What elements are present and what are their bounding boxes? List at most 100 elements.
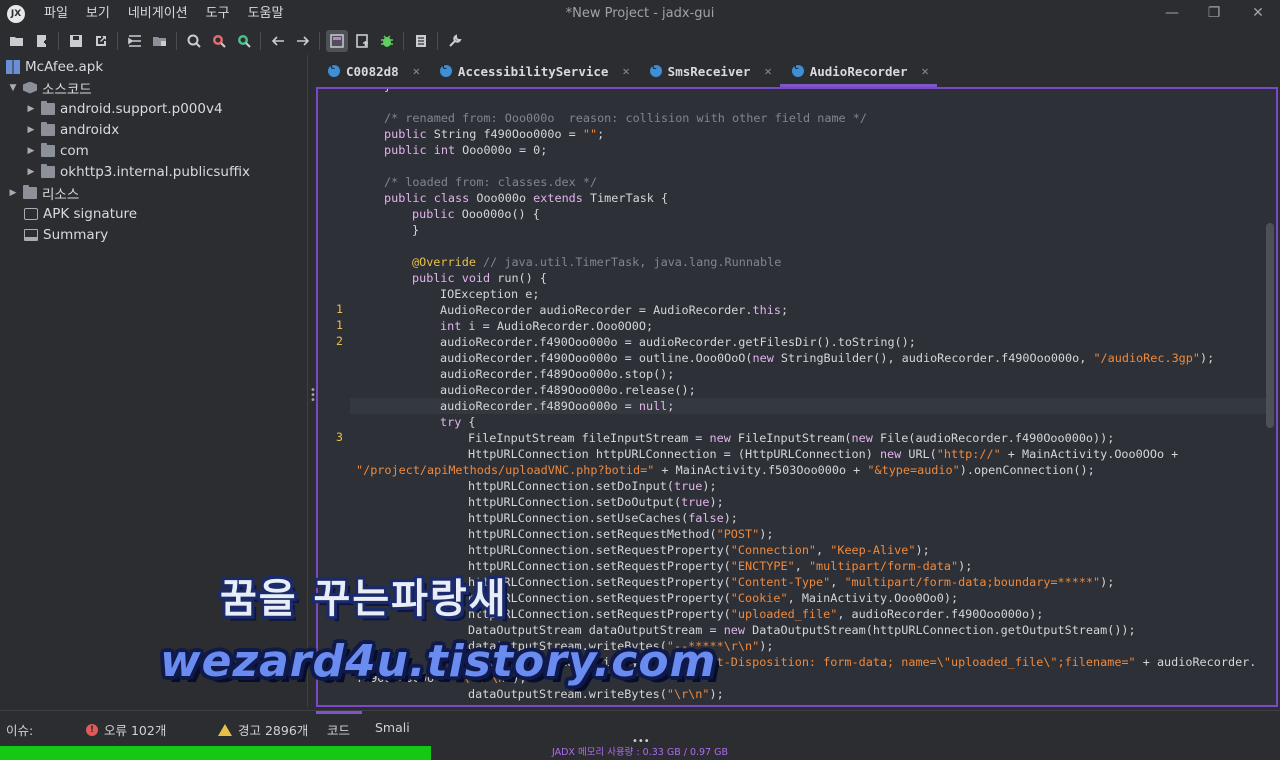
folder-icon [41, 100, 55, 115]
toolbar-separator [260, 32, 261, 50]
menu-file[interactable]: 파일 [35, 0, 77, 27]
code-line: "/project/apiMethods/uploadVNC.php?botid… [356, 463, 1095, 477]
tree-item-package[interactable]: ▶ com [24, 140, 89, 161]
find-class-icon[interactable] [208, 30, 230, 52]
code-line: httpURLConnection.setRequestProperty("Co… [468, 591, 959, 605]
toolbar-separator [58, 32, 59, 50]
tab-sms-receiver[interactable]: SmsReceiver ✕ [638, 55, 780, 87]
warning-icon [218, 723, 232, 736]
vertical-scrollbar[interactable] [1266, 223, 1274, 428]
add-files-icon[interactable] [31, 30, 53, 52]
code-line: httpURLConnection.setRequestProperty("EN… [468, 559, 973, 573]
code-line: httpURLConnection.setRequestProperty("Co… [468, 543, 930, 557]
memory-usage-bar: JADX 메모리 사용량 : 0.33 GB / 0.97 GB [0, 746, 1280, 760]
code-line: @Override // java.util.TimerTask, java.l… [412, 255, 782, 269]
collapse-icon[interactable] [149, 30, 171, 52]
deobfuscate-icon[interactable] [351, 30, 373, 52]
code-line: try { [440, 415, 476, 429]
sync-icon[interactable] [124, 30, 146, 52]
menu-view[interactable]: 보기 [77, 0, 119, 27]
code-line: public String f490Ooo000o = ""; [384, 127, 605, 141]
folder-icon [41, 142, 55, 157]
close-window-icon[interactable]: ✕ [1246, 3, 1270, 23]
toolbar-separator [176, 32, 177, 50]
search-icon[interactable] [183, 30, 205, 52]
chevron-right-icon[interactable]: ▶ [24, 146, 38, 156]
errors-indicator[interactable]: ! 오류 102개 [86, 720, 166, 739]
memory-usage-text: JADX 메모리 사용량 : 0.33 GB / 0.97 GB [551, 747, 729, 758]
tab-code[interactable]: 코드 [327, 720, 350, 739]
code-line: public Ooo000o() { [412, 207, 540, 221]
export-icon[interactable] [90, 30, 112, 52]
issues-label: 이슈: [6, 723, 34, 738]
tree-item-label: androidx [60, 121, 120, 138]
watermark-url: wezard4u.tistory.com [160, 636, 717, 687]
line-number: 3 [336, 430, 343, 444]
menu-help[interactable]: 도움말 [239, 0, 293, 27]
tab-smali[interactable]: Smali [375, 720, 410, 735]
splitter-handle[interactable]: • • • [310, 386, 316, 408]
code-line: httpURLConnection.setUseCaches(false); [468, 511, 738, 525]
back-icon[interactable] [267, 30, 289, 52]
tree-item-package[interactable]: ▶ androidx [24, 119, 119, 140]
tree-item-summary[interactable]: Summary [24, 224, 108, 245]
toolbar [0, 27, 1280, 55]
find-usage-icon[interactable] [233, 30, 255, 52]
close-icon[interactable]: ✕ [413, 64, 420, 78]
settings-icon[interactable] [444, 30, 466, 52]
tree-item-label: APK signature [43, 205, 138, 222]
tree-item-resources[interactable]: ▶ 리소스 [6, 182, 79, 203]
code-line: int i = AudioRecorder.Ooo0O0O; [440, 319, 654, 333]
tree-item-label: com [60, 142, 89, 159]
editor-tabs: C0082d8 ✕ AccessibilityService ✕ SmsRece… [316, 55, 1280, 87]
close-icon[interactable]: ✕ [764, 64, 771, 78]
minimize-icon[interactable]: — [1160, 3, 1184, 23]
decompile-icon[interactable] [325, 30, 348, 52]
warnings-indicator[interactable]: 경고 2896개 [218, 720, 308, 739]
save-icon[interactable] [65, 30, 87, 52]
tree-item-package[interactable]: ▶ android.support.p000v4 [24, 98, 223, 119]
code-line: audioRecorder.f489Ooo000o.release(); [440, 383, 696, 397]
debug-icon[interactable] [376, 30, 398, 52]
tab-audio-recorder[interactable]: AudioRecorder ✕ [779, 55, 937, 87]
chevron-right-icon[interactable]: ▶ [24, 167, 38, 177]
menu-navigation[interactable]: 네비게이션 [119, 0, 197, 27]
chevron-right-icon[interactable]: ▶ [24, 104, 38, 114]
tree-item-source[interactable]: ▼ 소스코드 [6, 77, 92, 98]
log-icon[interactable] [410, 30, 432, 52]
chevron-right-icon[interactable]: ▶ [24, 125, 38, 135]
code-line: IOException e; [440, 287, 540, 301]
line-number: 1 [336, 318, 343, 332]
close-icon[interactable]: ✕ [622, 64, 629, 78]
maximize-icon[interactable]: ❐ [1202, 3, 1226, 23]
apk-icon [6, 59, 20, 74]
class-icon [649, 62, 662, 77]
tree-item-label: Summary [43, 226, 109, 243]
title-bar: JX 파일 보기 네비게이션 도구 도움말 *New Project - jad… [0, 0, 1280, 27]
tab-accessibility-service[interactable]: AccessibilityService ✕ [428, 55, 638, 87]
code-line: httpURLConnection.setRequestProperty("Co… [468, 575, 1115, 589]
bottom-tab-indicator [316, 711, 362, 714]
code-line: } [412, 223, 420, 237]
code-line: } [384, 89, 391, 94]
tree-item-package[interactable]: ▶ okhttp3.internal.publicsuffix [24, 161, 250, 182]
warnings-count: 경고 2896개 [238, 723, 309, 738]
code-line: public int Ooo000o = 0; [384, 143, 548, 157]
code-line: public void run() { [412, 271, 547, 285]
code-line: HttpURLConnection httpURLConnection = (H… [468, 447, 1179, 461]
close-icon[interactable]: ✕ [922, 64, 929, 78]
jadx-logo-icon: JX [7, 4, 25, 23]
open-folder-icon[interactable] [6, 30, 28, 52]
chevron-down-icon[interactable]: ▼ [6, 83, 20, 93]
class-icon [439, 62, 452, 77]
tab-c0082d8[interactable]: C0082d8 ✕ [316, 55, 428, 87]
toolbar-separator [117, 32, 118, 50]
errors-count: 오류 102개 [104, 723, 167, 738]
code-line: audioRecorder.f489Ooo000o = null; [440, 399, 675, 413]
tree-item-signature[interactable]: APK signature [24, 203, 137, 224]
forward-icon[interactable] [292, 30, 314, 52]
menu-tools[interactable]: 도구 [197, 0, 239, 27]
folder-icon [41, 163, 55, 178]
chevron-right-icon[interactable]: ▶ [6, 188, 20, 198]
tree-root-apk[interactable]: McAfee.apk [6, 56, 103, 77]
